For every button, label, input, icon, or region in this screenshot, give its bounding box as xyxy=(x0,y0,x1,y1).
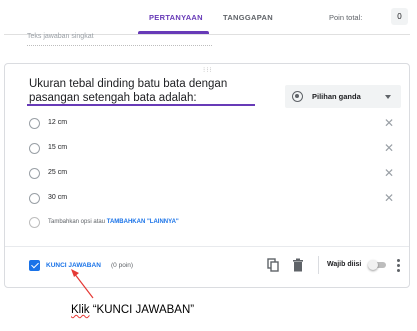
annotation-rest: “KUNCI JAWABAN” xyxy=(89,304,195,316)
annotation-arrow-icon xyxy=(71,269,94,299)
annotation-prefix: Klik xyxy=(71,304,90,316)
annotation-text: Klik “KUNCI JAWABAN” xyxy=(71,304,194,316)
